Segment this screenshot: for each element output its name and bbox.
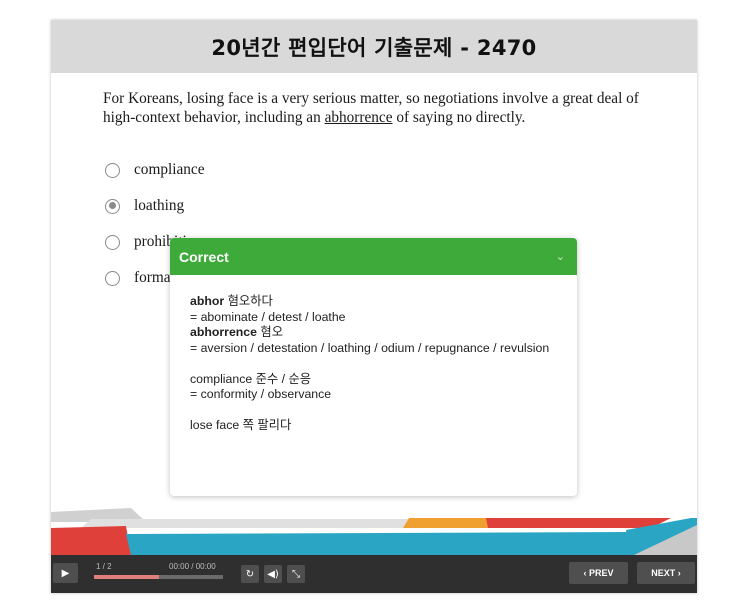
vocab-synonyms: = abominate / detest / loathe: [190, 309, 346, 324]
progress-bar[interactable]: [94, 575, 223, 579]
fullscreen-button[interactable]: ⤡: [287, 565, 305, 583]
option-label: loathing: [134, 197, 185, 214]
title-bar: 20년간 편입단어 기출문제 - 2470: [51, 20, 697, 73]
vocab-word: abhorrence: [190, 325, 257, 339]
red-stripe-left: [51, 526, 131, 555]
vocab-entry: abhorrence 혐오: [190, 325, 557, 341]
next-button[interactable]: NEXT ›: [637, 562, 695, 584]
feedback-header[interactable]: Correct ⌄: [170, 238, 577, 275]
vocab-synonyms: = aversion / detestation / loathing / od…: [190, 340, 550, 355]
progress-fill: [94, 575, 159, 579]
radio-button[interactable]: [105, 162, 120, 178]
question-underlined-word: abhorrence: [324, 109, 393, 126]
time-display: 00:00 / 00:00: [169, 562, 216, 571]
feedback-body: abhor 혐오하다 = abominate / detest / loathe…: [170, 275, 577, 434]
volume-button[interactable]: ◀): [264, 565, 282, 583]
vocab-meaning: 혐오: [256, 325, 284, 339]
volume-icon: ◀): [267, 568, 279, 580]
decorative-stripes: [51, 508, 697, 555]
radio-button[interactable]: [105, 270, 120, 286]
option-compliance[interactable]: compliance: [105, 152, 205, 188]
radio-button[interactable]: [105, 234, 120, 250]
vocab-word: abhor: [190, 294, 225, 308]
prev-button[interactable]: ‹ PREV: [569, 562, 628, 584]
option-label: compliance: [134, 161, 205, 178]
blue-stripe: [126, 532, 631, 555]
player-controls: ▶ 1 / 2 00:00 / 00:00 ↻ ◀) ⤡ ‹ PREV NEXT…: [51, 555, 697, 593]
replay-icon: ↻: [245, 568, 255, 580]
play-button[interactable]: ▶: [53, 563, 78, 583]
radio-button-selected[interactable]: [105, 198, 120, 214]
vocab-entry: compliance 준수 / 순응: [190, 371, 312, 386]
red-stripe-right: [486, 518, 671, 528]
play-icon: ▶: [61, 567, 70, 579]
question-text: For Koreans, losing face is a very serio…: [103, 89, 663, 127]
option-loathing[interactable]: loathing: [105, 188, 205, 224]
slide-counter: 1 / 2: [96, 562, 112, 571]
chevron-down-icon[interactable]: ⌄: [556, 250, 565, 263]
orange-stripe: [403, 518, 491, 528]
vocab-entry: lose face 쪽 팔리다: [190, 418, 292, 432]
feedback-popup: Correct ⌄ abhor 혐오하다 = abominate / detes…: [170, 238, 577, 496]
feedback-title: Correct: [179, 248, 229, 265]
vocab-synonyms: = conformity / observance: [190, 387, 332, 401]
vocab-meaning: 혐오하다: [224, 294, 273, 308]
vocab-entry: abhor 혐오하다: [190, 294, 557, 310]
fullscreen-icon: ⤡: [292, 568, 300, 580]
page-title: 20년간 편입단어 기출문제 - 2470: [211, 35, 537, 60]
replay-button[interactable]: ↻: [241, 565, 259, 583]
question-text-after: of saying no directly.: [392, 109, 526, 126]
